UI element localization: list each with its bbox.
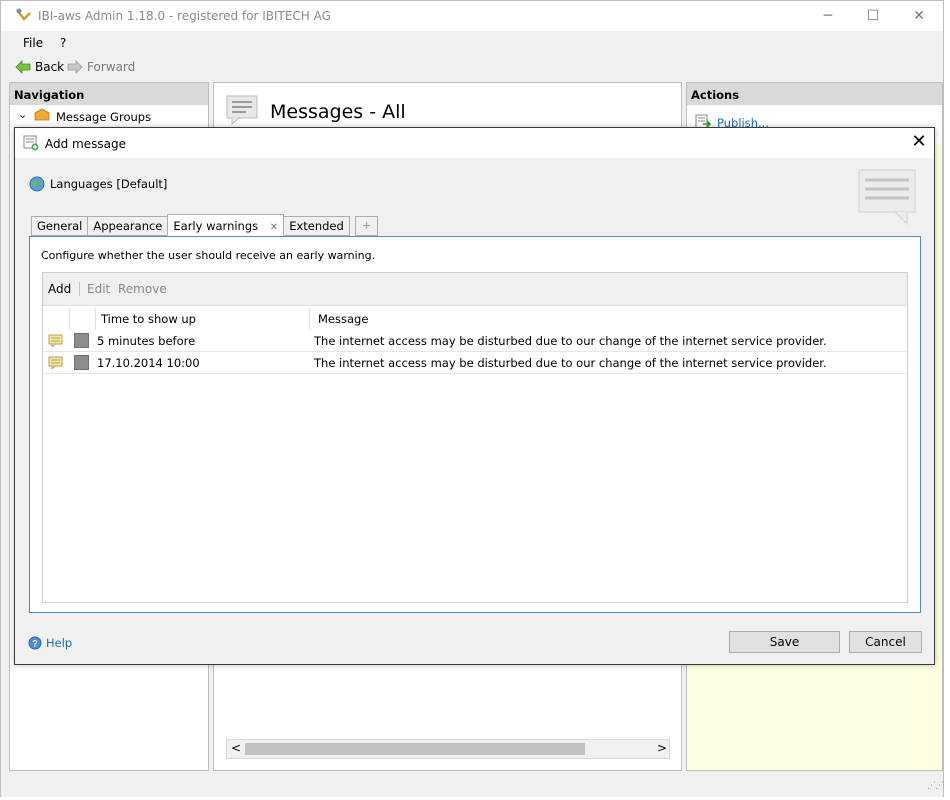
- row-message: The internet access may be disturbed due…: [314, 356, 827, 370]
- table-row[interactable]: 17.10.2014 10:00 The internet access may…: [43, 352, 907, 374]
- scroll-right-icon[interactable]: >: [657, 741, 667, 755]
- help-icon: ?: [28, 636, 42, 650]
- tab-extended[interactable]: Extended: [283, 216, 350, 236]
- edit-button[interactable]: Edit: [87, 282, 110, 296]
- tab-early-warnings[interactable]: Early warnings ✕: [167, 214, 285, 236]
- table-row[interactable]: 5 minutes before The internet access may…: [43, 330, 907, 352]
- forward-arrow-icon: [67, 60, 83, 74]
- header-time[interactable]: Time to show up: [96, 308, 310, 330]
- back-arrow-icon: [15, 60, 31, 74]
- close-window-button[interactable]: ✕: [904, 7, 934, 27]
- back-label: Back: [35, 60, 65, 74]
- message-groups-icon: [34, 108, 50, 125]
- languages-selector[interactable]: Languages [Default]: [29, 176, 167, 192]
- row-time: 5 minutes before: [97, 334, 196, 348]
- add-button[interactable]: Add: [48, 282, 71, 296]
- tab-close-icon[interactable]: ✕: [270, 222, 278, 233]
- menu-bar: File ?: [1, 32, 943, 54]
- description-text: Configure whether the user should receiv…: [41, 249, 376, 262]
- remove-button[interactable]: Remove: [118, 282, 167, 296]
- help-label: Help: [46, 636, 73, 650]
- plus-icon: +: [361, 218, 372, 232]
- add-message-dialog: Add message ✕ Languages [Default] Genera…: [14, 127, 935, 665]
- message-watermark-icon: [857, 168, 919, 231]
- forward-button[interactable]: Forward: [67, 60, 135, 74]
- tab-label: Appearance: [93, 219, 163, 233]
- tab-strip: General Appearance Early warnings ✕ Exte…: [31, 214, 379, 236]
- grid-toolbar: Add Edit Remove: [43, 273, 907, 306]
- forward-label: Forward: [87, 60, 136, 74]
- menu-file[interactable]: File: [23, 36, 43, 50]
- row-time: 17.10.2014 10:00: [97, 356, 200, 370]
- chevron-down-icon: ⌄: [18, 108, 28, 121]
- maximize-button[interactable]: ☐: [858, 7, 888, 27]
- page-title: Messages - All: [270, 101, 406, 123]
- cancel-button[interactable]: Cancel: [849, 631, 922, 653]
- toolbar-divider: [79, 282, 80, 296]
- dialog-close-button[interactable]: ✕: [908, 133, 930, 153]
- globe-icon: [29, 176, 45, 192]
- save-button[interactable]: Save: [729, 631, 840, 653]
- row-checkbox[interactable]: [74, 333, 89, 348]
- row-message: The internet access may be disturbed due…: [314, 334, 827, 348]
- resize-grip-icon[interactable]: ⋰⋰: [927, 781, 944, 791]
- tab-general[interactable]: General: [31, 216, 89, 236]
- languages-label: Languages [Default]: [50, 177, 168, 191]
- header-message[interactable]: Message: [310, 308, 907, 330]
- add-message-icon: [23, 135, 39, 154]
- warning-note-icon: [48, 333, 64, 350]
- scroll-left-icon[interactable]: <: [231, 741, 241, 755]
- app-icon: [15, 7, 33, 26]
- back-button[interactable]: Back: [15, 60, 64, 74]
- scrollbar-thumb[interactable]: [245, 743, 585, 755]
- tab-label: General: [37, 219, 83, 233]
- svg-text:?: ?: [32, 639, 38, 649]
- window-title: IBI-aws Admin 1.18.0 - registered for IB…: [38, 9, 331, 23]
- tree-item-label: Message Groups: [56, 110, 152, 124]
- minimize-button[interactable]: ─: [813, 7, 843, 27]
- navigation-toolbar: Back Forward: [1, 56, 943, 80]
- tab-content: Configure whether the user should receiv…: [29, 236, 921, 613]
- messages-icon: [226, 95, 258, 128]
- help-link[interactable]: ? Help: [28, 636, 72, 650]
- tab-label: Extended: [289, 219, 344, 233]
- status-bar: ⋰⋰: [1, 771, 944, 797]
- menu-help[interactable]: ?: [60, 36, 66, 50]
- header-checkbox-column: [70, 308, 96, 330]
- tab-appearance[interactable]: Appearance: [87, 216, 169, 236]
- header-icon-column: [43, 308, 70, 330]
- navigation-header: Navigation: [10, 83, 208, 105]
- early-warnings-grid: Add Edit Remove Time to show up Message: [42, 272, 908, 603]
- tree-item-message-groups[interactable]: ⌄ Message Groups: [10, 105, 208, 127]
- horizontal-scrollbar[interactable]: < >: [226, 739, 670, 759]
- actions-header: Actions: [687, 83, 942, 105]
- warning-note-icon: [48, 355, 64, 372]
- row-checkbox[interactable]: [74, 355, 89, 370]
- dialog-title-bar: Add message ✕: [15, 128, 934, 158]
- dialog-title: Add message: [45, 137, 126, 151]
- tab-label: Early warnings: [173, 219, 259, 233]
- add-tab-button[interactable]: +: [354, 216, 379, 236]
- title-bar: IBI-aws Admin 1.18.0 - registered for IB…: [1, 1, 943, 31]
